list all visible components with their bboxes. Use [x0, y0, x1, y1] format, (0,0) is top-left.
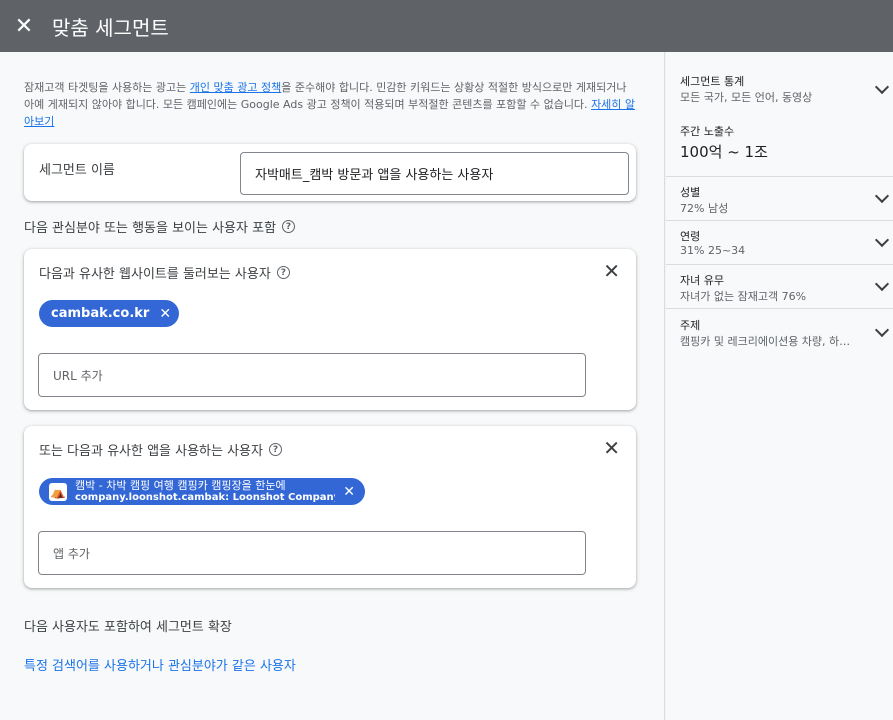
website-card-header: 다음과 유사한 웹사이트를 둘러보는 사용자 ?: [39, 263, 290, 282]
app-chip-name: 캠박 - 차박 캠핑 여행 캠핑카 캠핑장을 한눈에: [75, 479, 286, 492]
close-icon[interactable]: ✕: [159, 306, 171, 322]
include-label-text: 다음 관심분야 또는 행동을 보이는 사용자 포함: [24, 221, 277, 236]
website-card: 다음과 유사한 웹사이트를 둘러보는 사용자 ? ✕ cambak.co.kr …: [24, 249, 636, 410]
app-chip-package: company.loonshot.cambak: Loonshot Compan…: [75, 491, 336, 503]
reach-label: 주간 노출수: [680, 125, 735, 138]
stats-subtitle: 모든 국가, 모든 언어, 동영상: [680, 91, 813, 104]
policy-link[interactable]: 개인 맞춤 광고 정책: [190, 81, 281, 94]
close-icon[interactable]: ✕: [603, 261, 620, 281]
header: ✕ 맞춤 세그먼트: [0, 0, 893, 52]
help-icon[interactable]: ?: [282, 220, 296, 233]
close-icon[interactable]: ✕: [0, 0, 48, 52]
app-card-header: 또는 다음과 유사한 앱을 사용하는 사용자 ?: [39, 440, 282, 459]
help-icon[interactable]: ?: [268, 443, 282, 456]
stat-age-title: 연령: [680, 230, 701, 243]
stat-row-parental[interactable]: 자녀 유무 자녀가 없는 잠재고객 76%: [666, 264, 893, 308]
page-title: 맞춤 세그먼트: [52, 15, 169, 40]
reach-value: 100억 ~ 1조: [680, 143, 768, 161]
policy-text-1: 잠재고객 타겟팅을 사용하는 광고는: [24, 81, 190, 94]
include-label: 다음 관심분야 또는 행동을 보이는 사용자 포함 ?: [24, 217, 296, 236]
stat-row-topics[interactable]: 주제 캠핑카 및 레크리에이션용 차량, 하…: [666, 308, 893, 356]
stat-row-gender[interactable]: 성별 72% 남성: [666, 176, 893, 220]
stat-gender-value: 72% 남성: [680, 202, 729, 215]
stat-gender-title: 성별: [680, 186, 701, 199]
close-icon[interactable]: ✕: [603, 438, 620, 458]
stat-parental-value: 자녀가 없는 잠재고객 76%: [680, 290, 807, 303]
website-card-title: 다음과 유사한 웹사이트를 둘러보는 사용자: [39, 267, 271, 282]
segment-name-input[interactable]: 자박매트_캠박 방문과 앱을 사용하는 사용자: [240, 152, 629, 195]
stat-topics-title: 주제: [680, 319, 701, 332]
stats-summary[interactable]: 세그먼트 통계 모든 국가, 모든 언어, 동영상 주간 노출수 100억 ~ …: [666, 52, 893, 176]
main-panel: 잠재고객 타겟팅을 사용하는 광고는 개인 맞춤 광고 정책을 준수해야 합니다…: [0, 52, 665, 720]
website-chip: cambak.co.kr ✕: [39, 300, 180, 327]
expand-label: 다음 사용자도 포함하여 세그먼트 확장: [24, 620, 232, 635]
help-icon[interactable]: ?: [276, 266, 290, 279]
stats-title: 세그먼트 통계: [680, 75, 745, 88]
stat-topics-value: 캠핑카 및 레크리에이션용 차량, 하…: [680, 335, 851, 348]
app-card-title: 또는 다음과 유사한 앱을 사용하는 사용자: [39, 444, 263, 459]
app-chip-text: 캠박 - 차박 캠핑 여행 캠핑카 캠핑장을 한눈에 company.loons…: [75, 480, 335, 504]
stat-parental-title: 자녀 유무: [680, 274, 724, 287]
policy-notice: 잠재고객 타겟팅을 사용하는 광고는 개인 맞춤 광고 정책을 준수해야 합니다…: [24, 79, 638, 130]
close-icon[interactable]: ✕: [343, 484, 355, 500]
app-icon: ⛺: [49, 482, 67, 501]
website-chip-label: cambak.co.kr: [51, 306, 150, 321]
expand-search-terms-link[interactable]: 특정 검색어를 사용하거나 관심분야가 같은 사용자: [24, 655, 296, 674]
segment-name-label: 세그먼트 이름: [39, 163, 115, 178]
app-input[interactable]: 앱 추가: [38, 531, 586, 575]
url-input[interactable]: URL 추가: [38, 353, 586, 397]
app-card: 또는 다음과 유사한 앱을 사용하는 사용자 ? ✕ ⛺ 캠박 - 차박 캠핑 …: [24, 426, 636, 588]
segment-stats-panel: 세그먼트 통계 모든 국가, 모든 언어, 동영상 주간 노출수 100억 ~ …: [666, 52, 893, 720]
stat-age-value: 31% 25~34: [680, 244, 746, 257]
stat-row-age[interactable]: 연령 31% 25~34: [666, 220, 893, 264]
app-chip: ⛺ 캠박 - 차박 캠핑 여행 캠핑카 캠핑장을 한눈에 company.loo…: [39, 478, 365, 505]
segment-name-card: 세그먼트 이름 자박매트_캠박 방문과 앱을 사용하는 사용자: [24, 144, 636, 201]
